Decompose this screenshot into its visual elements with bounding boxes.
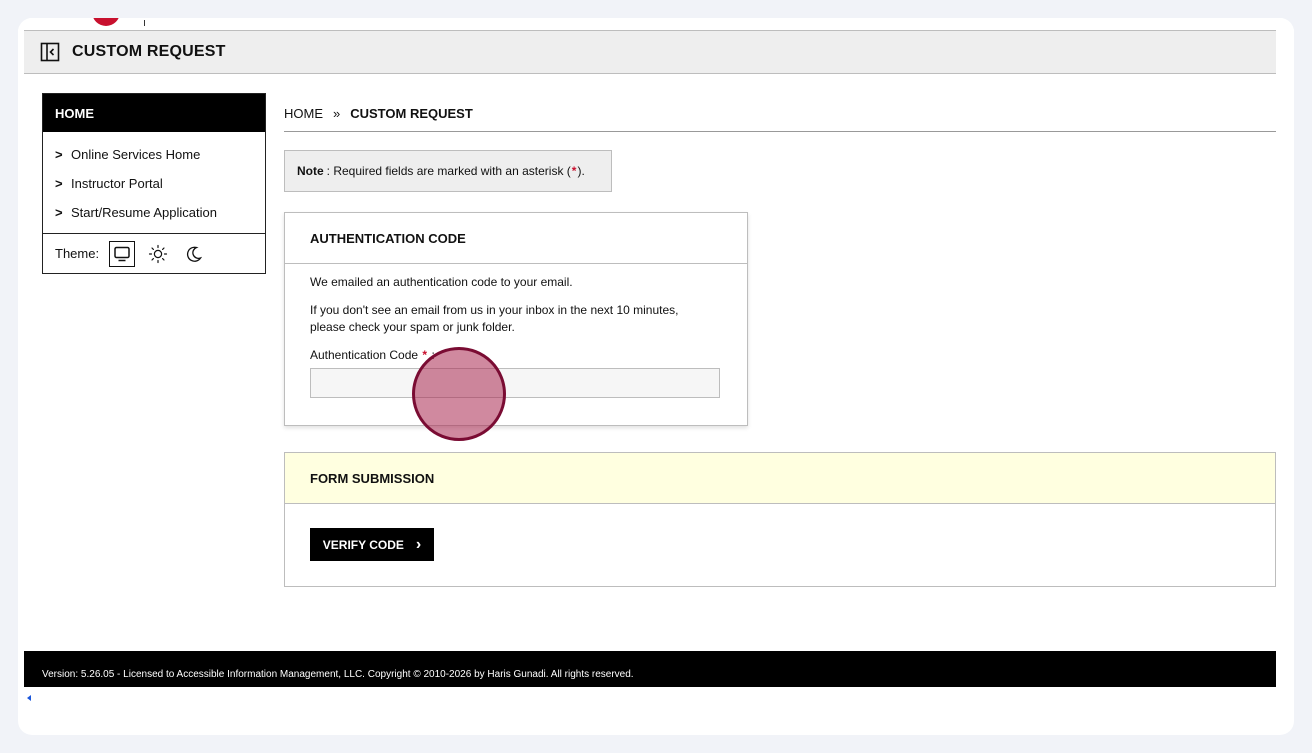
sidebar-item-online-services-home[interactable]: > Online Services Home [43,140,265,169]
sidebar-item-label: Instructor Portal [71,176,163,191]
sidebar-item-label: Start/Resume Application [71,205,217,220]
sidebar-nav: HOME > Online Services Home > Instructor… [42,93,266,274]
chevron-right-icon: > [55,147,63,162]
authentication-code-card: AUTHENTICATION CODE We emailed an authen… [284,212,748,426]
sidebar-collapse-icon[interactable] [40,42,60,62]
note-label: Note [297,164,324,178]
page-footer: Version: 5.26.05 - Licensed to Accessibl… [24,651,1276,687]
verify-code-label: VERIFY CODE [322,537,404,552]
auth-message-spam: If you don't see an email from us in you… [310,302,722,336]
sidebar-item-label: Online Services Home [71,147,201,162]
sidebar-item-instructor-portal[interactable]: > Instructor Portal [43,169,265,198]
breadcrumb-separator: » [333,106,341,121]
auth-code-required-asterisk: * [422,348,428,362]
sidebar-item-start-resume-application[interactable]: > Start/Resume Application [43,198,265,227]
required-asterisk: * [571,164,577,178]
footer-copyright: Version: 5.26.05 - Licensed to Accessibl… [42,669,634,680]
theme-label: Theme: [55,246,100,261]
chevron-right-icon: > [55,205,63,220]
sun-icon[interactable] [145,241,171,267]
monitor-icon[interactable] [109,240,136,267]
moon-icon[interactable] [181,241,207,267]
form-submission-title: FORM SUBMISSION [285,453,1275,504]
chevron-right-icon: > [55,176,63,191]
auth-card-body: We emailed an authentication code to you… [285,264,747,408]
note-end: ). [577,164,585,178]
authentication-code-input[interactable] [310,368,720,398]
chevron-right-icon: › [415,535,422,553]
scroll-left-arrow-icon[interactable] [24,690,34,701]
verify-code-button[interactable]: VERIFY CODE › [310,528,434,561]
logo-text-fragment [144,20,145,26]
auth-code-label-colon: : [431,348,435,362]
breadcrumb: HOME » CUSTOM REQUEST [284,106,1276,132]
auth-message-spam-line2: please check your spam or junk folder. [310,320,515,334]
auth-code-label-text: Authentication Code [310,348,419,362]
auth-code-label: Authentication Code * : [310,347,722,364]
auth-message-spam-line1: If you don't see an email from us in you… [310,303,679,317]
theme-switcher: Theme: [43,233,265,273]
page-header: CUSTOM REQUEST [24,30,1276,74]
sidebar-heading: HOME [43,94,265,132]
breadcrumb-current: CUSTOM REQUEST [350,106,473,121]
required-fields-note: Note: Required fields are marked with an… [284,150,612,192]
page-title: CUSTOM REQUEST [72,43,226,60]
auth-card-title: AUTHENTICATION CODE [285,213,747,264]
sidebar-list: > Online Services Home > Instructor Port… [43,132,265,233]
auth-message-emailed: We emailed an authentication code to you… [310,275,573,289]
logo-fragment [92,18,120,26]
form-submission-panel: FORM SUBMISSION VERIFY CODE › [284,452,1276,587]
note-text: : Required fields are marked with an ast… [326,164,571,178]
breadcrumb-home-link[interactable]: HOME [284,106,323,121]
